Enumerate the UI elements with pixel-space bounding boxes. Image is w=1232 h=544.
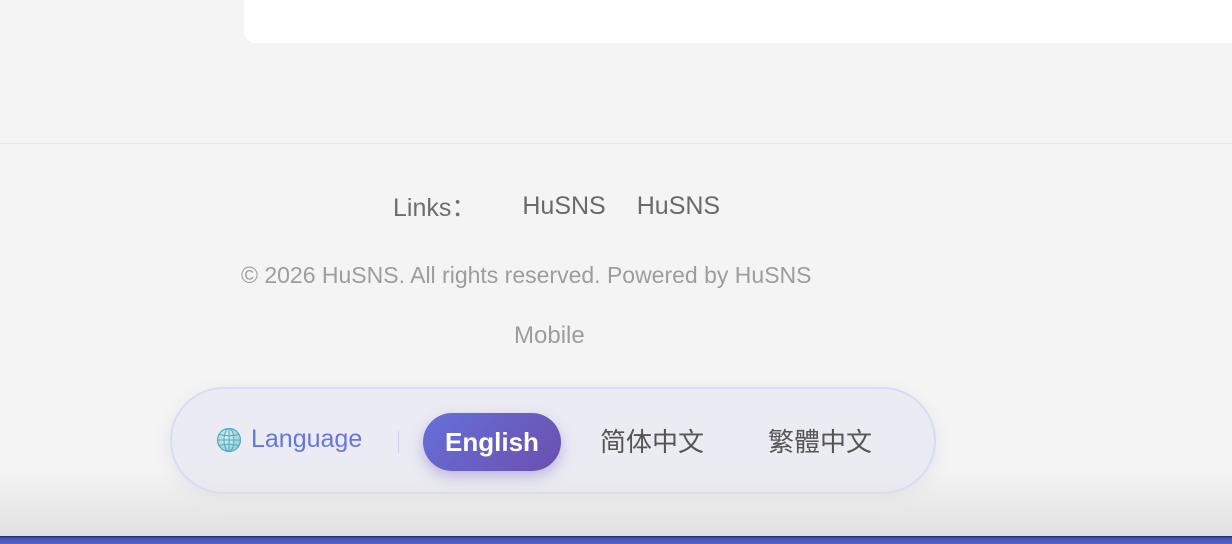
- copyright-text: © 2026 HuSNS. All rights reserved. Power…: [241, 262, 812, 288]
- language-label: Language: [216, 425, 362, 454]
- language-option-english[interactable]: English: [423, 413, 561, 471]
- footer-links-row: Links： HuSNS HuSNS: [393, 190, 751, 223]
- language-option-simplified-chinese[interactable]: 简体中文: [600, 413, 704, 471]
- content-card: [244, 0, 1232, 43]
- language-separator: [398, 431, 399, 453]
- footer-divider: [0, 143, 1232, 144]
- mobile-link[interactable]: Mobile: [514, 322, 585, 350]
- globe-icon: [216, 427, 242, 453]
- footer-link-husns-1[interactable]: HuSNS: [522, 192, 605, 221]
- language-option-traditional-chinese[interactable]: 繁體中文: [768, 413, 872, 471]
- language-switcher: Language English 简体中文 繁體中文: [170, 387, 936, 494]
- bottom-accent-strip: [0, 536, 1232, 544]
- footer-link-husns-2[interactable]: HuSNS: [637, 192, 720, 221]
- links-label: Links：: [393, 194, 477, 222]
- language-label-text: Language: [251, 425, 363, 453]
